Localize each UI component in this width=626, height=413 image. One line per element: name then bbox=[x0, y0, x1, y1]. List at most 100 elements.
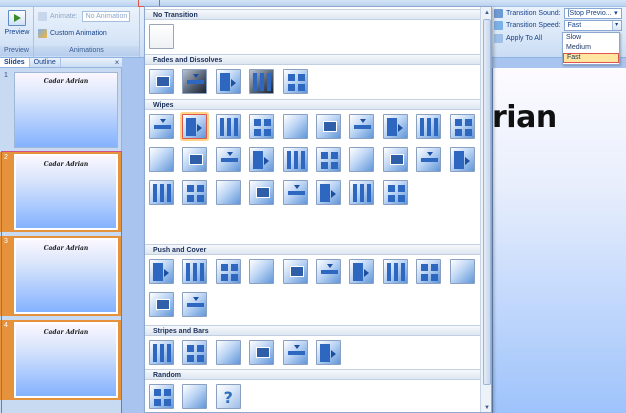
scroll-thumb[interactable] bbox=[483, 19, 491, 385]
push-and-cover-transition-12[interactable] bbox=[182, 292, 208, 317]
wipes-transition-16[interactable] bbox=[316, 147, 341, 172]
scroll-down-icon[interactable]: ▼ bbox=[482, 403, 491, 412]
tab-slides[interactable]: Slides bbox=[0, 58, 30, 67]
tile-glyph bbox=[267, 73, 272, 91]
random-transition-2[interactable] bbox=[182, 384, 208, 409]
wipes-transition-28[interactable] bbox=[382, 180, 408, 205]
push-and-cover-transition-5[interactable] bbox=[282, 259, 308, 284]
slide-preview[interactable]: Cadar Adrian bbox=[14, 72, 118, 148]
wipes-transition-2[interactable] bbox=[182, 114, 208, 139]
chevron-down-icon[interactable]: ▾ bbox=[611, 21, 621, 30]
wipes-transition-11[interactable] bbox=[149, 147, 174, 172]
tile-glyph bbox=[220, 274, 228, 281]
push-and-cover-transition-3[interactable] bbox=[215, 259, 241, 284]
tile-glyph bbox=[256, 347, 271, 358]
push-and-cover-transition-2[interactable] bbox=[182, 259, 208, 284]
transition-speed-dropdown[interactable]: Fast ▾ bbox=[563, 20, 622, 31]
tile-glyph bbox=[187, 80, 205, 84]
transition-sound-dropdown[interactable]: [Stop Previo... ▾ bbox=[563, 8, 622, 19]
scroll-up-icon[interactable]: ▲ bbox=[482, 8, 491, 18]
wipes-transition-21[interactable] bbox=[149, 180, 174, 205]
stripes-and-bars-transition-4[interactable] bbox=[249, 340, 275, 365]
slide-preview[interactable]: Cadar Adrian bbox=[14, 322, 118, 398]
wipes-transition-1[interactable] bbox=[149, 114, 174, 139]
random-transition-1[interactable] bbox=[149, 384, 174, 409]
fades-and-dissolves-transition-5[interactable] bbox=[282, 69, 308, 94]
fades-and-dissolves-transition-1[interactable] bbox=[149, 69, 174, 94]
animate-dropdown[interactable]: No Animation bbox=[81, 11, 130, 22]
question-mark-icon: ? bbox=[223, 388, 233, 407]
wipes-transition-18[interactable] bbox=[382, 147, 408, 172]
push-and-cover-transition-11[interactable] bbox=[149, 292, 174, 317]
apply-to-all-icon bbox=[494, 34, 503, 43]
wipes-transition-19[interactable] bbox=[416, 147, 442, 172]
fades-and-dissolves-transition-2[interactable] bbox=[182, 69, 208, 94]
slide-thumbnail-4[interactable]: 4 Cadar Adrian bbox=[0, 320, 122, 400]
wipes-transition-3[interactable] bbox=[215, 114, 241, 139]
tile-glyph bbox=[197, 355, 205, 362]
section-header-no-transition: No Transition bbox=[145, 9, 491, 20]
slide-thumbnail-3[interactable]: 3 Cadar Adrian bbox=[0, 236, 122, 316]
fades-and-dissolves-transition-3[interactable] bbox=[215, 69, 241, 94]
speed-option-medium[interactable]: Medium bbox=[563, 43, 619, 53]
close-icon[interactable]: × bbox=[112, 58, 122, 67]
tile-glyph bbox=[197, 345, 205, 352]
wipes-transition-5[interactable] bbox=[282, 114, 308, 139]
wipes-transition-6[interactable] bbox=[316, 114, 341, 139]
wipes-transition-12[interactable] bbox=[182, 147, 208, 172]
preview-button[interactable]: Preview bbox=[4, 10, 30, 36]
wipes-transition-24[interactable] bbox=[249, 180, 275, 205]
push-and-cover-transition-6[interactable] bbox=[316, 259, 341, 284]
wipes-transition-22[interactable] bbox=[182, 180, 208, 205]
wipes-transition-9[interactable] bbox=[416, 114, 442, 139]
slide-title-text[interactable]: rian bbox=[492, 100, 557, 135]
wipes-transition-7[interactable] bbox=[349, 114, 375, 139]
speed-option-slow[interactable]: Slow bbox=[563, 33, 619, 43]
push-and-cover-transition-7[interactable] bbox=[349, 259, 375, 284]
tile-glyph bbox=[254, 129, 262, 136]
wipes-transition-27[interactable] bbox=[349, 180, 375, 205]
fades-and-dissolves-transition-4[interactable] bbox=[249, 69, 275, 94]
stripes-and-bars-transition-1[interactable] bbox=[149, 340, 174, 365]
tab-outline[interactable]: Outline bbox=[30, 58, 61, 67]
wipes-transition-17[interactable] bbox=[349, 147, 375, 172]
slide-thumbnail-1[interactable]: 1 Cadar Adrian bbox=[0, 70, 122, 150]
tile-glyph bbox=[160, 344, 164, 362]
wipes-transition-23[interactable] bbox=[215, 180, 241, 205]
wipes-transition-20[interactable] bbox=[449, 147, 475, 172]
speed-option-fast[interactable]: Fast bbox=[563, 53, 619, 63]
push-and-cover-transition-4[interactable] bbox=[249, 259, 275, 284]
push-and-cover-transition-8[interactable] bbox=[382, 259, 408, 284]
wipes-transition-26[interactable] bbox=[316, 180, 341, 205]
pane-tabs: Slides Outline × bbox=[0, 58, 122, 68]
stripes-and-bars-transition-6[interactable] bbox=[316, 340, 341, 365]
gallery-scrollbar[interactable]: ▲ ▼ bbox=[480, 7, 491, 412]
wipes-transition-10[interactable] bbox=[449, 114, 475, 139]
slide-preview[interactable]: Cadar Adrian bbox=[14, 154, 118, 230]
animations-group: Animate: No Animation Custom Animation A… bbox=[34, 7, 140, 57]
slide-preview[interactable]: Cadar Adrian bbox=[14, 238, 118, 314]
custom-animation-button[interactable]: Custom Animation bbox=[38, 29, 107, 38]
wipes-transition-8[interactable] bbox=[382, 114, 408, 139]
tile-glyph bbox=[331, 350, 336, 358]
tile-glyph bbox=[393, 263, 398, 281]
wipes-transition-15[interactable] bbox=[282, 147, 308, 172]
tile-glyph bbox=[193, 263, 198, 281]
push-and-cover-transition-10[interactable] bbox=[449, 259, 475, 284]
tile-glyph bbox=[300, 151, 305, 169]
wipes-transition-14[interactable] bbox=[249, 147, 275, 172]
slide-thumbnail-2[interactable]: 2 Cadar Adrian bbox=[0, 152, 122, 232]
push-and-cover-transition-1[interactable] bbox=[149, 259, 174, 284]
wipes-transition-4[interactable] bbox=[249, 114, 275, 139]
tile-glyph bbox=[331, 190, 336, 198]
no-transition-transition-1[interactable] bbox=[149, 24, 174, 49]
random-transition-3[interactable]: ? bbox=[215, 384, 241, 409]
stripes-and-bars-transition-5[interactable] bbox=[282, 340, 308, 365]
tile-glyph bbox=[197, 195, 205, 202]
wipes-transition-25[interactable] bbox=[282, 180, 308, 205]
push-and-cover-transition-9[interactable] bbox=[416, 259, 442, 284]
wipes-transition-13[interactable] bbox=[215, 147, 241, 172]
stripes-and-bars-transition-2[interactable] bbox=[182, 340, 208, 365]
stripes-and-bars-transition-3[interactable] bbox=[215, 340, 241, 365]
apply-to-all-button[interactable]: Apply To All bbox=[494, 34, 542, 43]
